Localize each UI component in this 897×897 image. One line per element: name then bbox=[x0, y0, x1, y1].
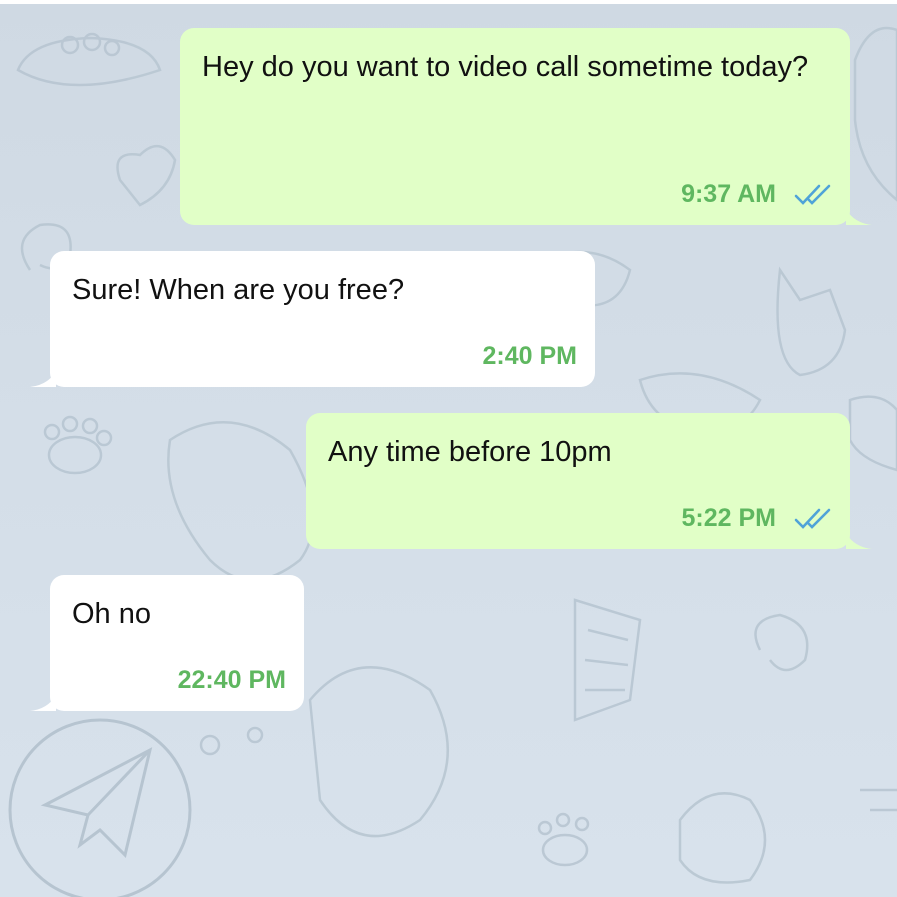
message-bubble-incoming[interactable]: Sure! When are you free? 2:40 PM bbox=[30, 251, 595, 387]
double-check-icon bbox=[794, 184, 832, 206]
message-text: Hey do you want to video call sometime t… bbox=[202, 51, 809, 83]
message-meta: 5:22 PM bbox=[682, 504, 832, 533]
bubble-tail bbox=[846, 209, 872, 225]
message-time: 9:37 AM bbox=[681, 180, 776, 208]
message-meta: 22:40 PM bbox=[178, 666, 286, 695]
bubble-tail bbox=[30, 695, 56, 711]
bubble-tail bbox=[846, 533, 872, 549]
message-bubble-outgoing[interactable]: Hey do you want to video call sometime t… bbox=[180, 28, 872, 225]
message-bubble-outgoing[interactable]: Any time before 10pm 5:22 PM bbox=[306, 413, 872, 549]
message-meta: 2:40 PM bbox=[483, 342, 577, 371]
message-time: 22:40 PM bbox=[177, 666, 286, 694]
message-meta: 9:37 AM bbox=[681, 180, 832, 209]
top-divider bbox=[0, 0, 897, 4]
bubble-tail bbox=[30, 371, 56, 387]
message-text: Any time before 10pm bbox=[328, 436, 612, 468]
paper-plane-icon bbox=[8, 718, 192, 897]
message-bubble-incoming[interactable]: Oh no 22:40 PM bbox=[30, 575, 304, 711]
double-check-icon bbox=[794, 508, 832, 530]
message-time: 5:22 PM bbox=[681, 504, 776, 532]
message-time: 2:40 PM bbox=[482, 342, 577, 370]
message-text: Oh no bbox=[72, 598, 151, 630]
message-text: Sure! When are you free? bbox=[72, 274, 405, 306]
